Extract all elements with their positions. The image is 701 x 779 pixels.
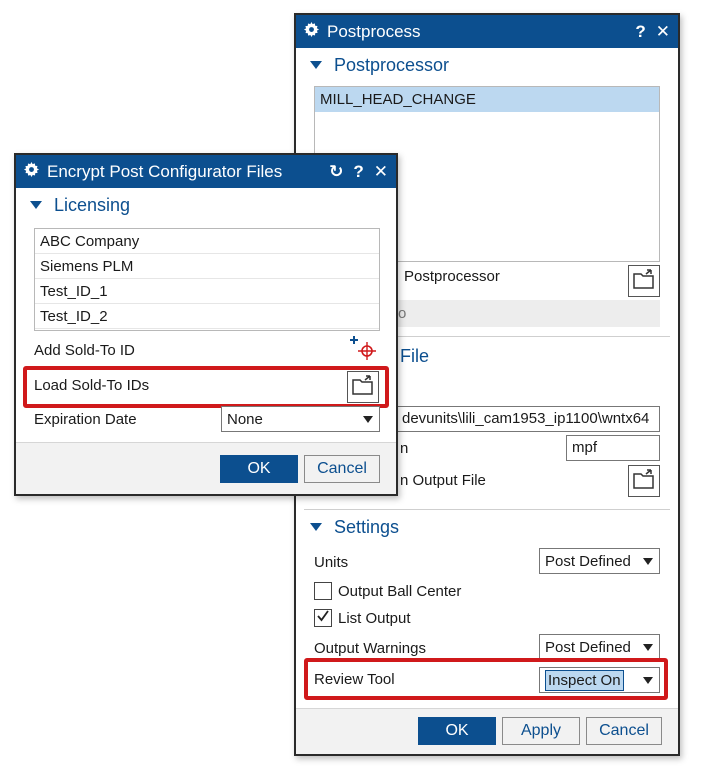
list-output-checkbox[interactable] bbox=[314, 609, 332, 627]
units-select-value: Post Defined bbox=[545, 552, 631, 570]
review-tool-label: Review Tool bbox=[314, 671, 395, 688]
postprocessor-section-header[interactable]: Postprocessor bbox=[296, 50, 678, 80]
add-sold-to-id-label: Add Sold-To ID bbox=[34, 342, 135, 359]
open-folder-icon bbox=[632, 268, 656, 295]
checkmark-icon bbox=[316, 609, 330, 628]
licensing-section-title: Licensing bbox=[54, 194, 131, 215]
list-item[interactable]: Siemens PLM bbox=[35, 254, 379, 279]
output-ball-center-label: Output Ball Center bbox=[338, 583, 462, 600]
postprocess-title: Postprocess bbox=[327, 21, 421, 41]
collapse-triangle-icon[interactable] bbox=[30, 201, 42, 209]
chevron-down-icon bbox=[643, 676, 653, 684]
section-divider bbox=[304, 509, 670, 510]
list-item[interactable]: ABC Company bbox=[35, 229, 379, 254]
browse-output-file-button[interactable] bbox=[628, 465, 660, 497]
open-folder-icon bbox=[351, 374, 375, 401]
cancel-button[interactable]: Cancel bbox=[586, 717, 662, 745]
browse-output-file-label: n Output File bbox=[400, 472, 486, 489]
expiration-date-select[interactable]: None bbox=[221, 406, 380, 432]
units-label: Units bbox=[314, 554, 349, 571]
extension-field[interactable]: mpf bbox=[566, 435, 660, 461]
list-output-label: List Output bbox=[338, 610, 411, 627]
help-button[interactable]: ? bbox=[635, 23, 645, 40]
gear-icon[interactable] bbox=[24, 161, 39, 182]
output-directory-field[interactable]: devunits\lili_cam1953_ip1100\wntx64 bbox=[396, 406, 660, 432]
review-tool-select[interactable]: Inspect On bbox=[539, 667, 660, 693]
expiration-date-value: None bbox=[227, 410, 263, 428]
close-button[interactable]: ✕ bbox=[656, 23, 670, 40]
partial-row-text: o bbox=[398, 305, 407, 322]
postprocess-footer: OK Apply Cancel bbox=[296, 708, 678, 754]
list-item[interactable]: MILL_HEAD_CHANGE bbox=[315, 87, 659, 112]
units-select[interactable]: Post Defined bbox=[539, 548, 660, 574]
postprocessor-section-title: Postprocessor bbox=[334, 54, 450, 75]
chevron-down-icon bbox=[643, 557, 653, 565]
gear-icon[interactable] bbox=[304, 21, 319, 42]
settings-section-title: Settings bbox=[334, 516, 400, 537]
sold-to-id-list[interactable]: ABC Company Siemens PLM Test_ID_1 Test_I… bbox=[34, 228, 380, 331]
extension-label: n bbox=[400, 440, 409, 457]
output-warnings-label: Output Warnings bbox=[314, 640, 426, 657]
add-crosshair-icon bbox=[350, 334, 378, 367]
collapse-triangle-icon[interactable] bbox=[310, 523, 322, 531]
encrypt-title-bar[interactable]: Encrypt Post Configurator Files ↻ ? ✕ bbox=[16, 155, 396, 188]
reset-button[interactable]: ↻ bbox=[329, 163, 343, 180]
settings-section-header[interactable]: Settings bbox=[296, 512, 399, 542]
output-ball-center-checkbox[interactable] bbox=[314, 582, 332, 600]
licensing-section-header[interactable]: Licensing bbox=[16, 190, 396, 220]
open-folder-icon bbox=[632, 468, 656, 495]
browse-postprocessor-label: Postprocessor bbox=[404, 268, 500, 285]
cancel-button[interactable]: Cancel bbox=[304, 455, 380, 483]
ok-button[interactable]: OK bbox=[418, 717, 496, 745]
help-button[interactable]: ? bbox=[353, 163, 363, 180]
load-sold-to-ids-label: Load Sold-To IDs bbox=[34, 377, 150, 394]
close-button[interactable]: ✕ bbox=[374, 163, 388, 180]
load-sold-to-ids-button[interactable] bbox=[347, 371, 379, 403]
output-warnings-select[interactable]: Post Defined bbox=[539, 634, 660, 660]
encrypt-title: Encrypt Post Configurator Files bbox=[47, 161, 283, 181]
add-sold-to-id-button[interactable] bbox=[348, 334, 380, 366]
postprocess-title-bar[interactable]: Postprocess ? ✕ bbox=[296, 15, 678, 48]
encrypt-footer: OK Cancel bbox=[16, 442, 396, 494]
encrypt-dialog: Encrypt Post Configurator Files ↻ ? ✕ Li… bbox=[14, 153, 398, 496]
list-item[interactable]: Test_ID_2 bbox=[35, 304, 379, 329]
output-file-section-title: File bbox=[400, 346, 430, 366]
chevron-down-icon bbox=[363, 415, 373, 423]
review-tool-select-value: Inspect On bbox=[545, 669, 624, 691]
apply-button[interactable]: Apply bbox=[502, 717, 580, 745]
ok-button[interactable]: OK bbox=[220, 455, 298, 483]
browse-postprocessor-button[interactable] bbox=[628, 265, 660, 297]
expiration-date-label: Expiration Date bbox=[34, 411, 137, 428]
collapse-triangle-icon[interactable] bbox=[310, 61, 322, 69]
chevron-down-icon bbox=[643, 643, 653, 651]
list-item[interactable]: Test_ID_1 bbox=[35, 279, 379, 304]
output-warnings-select-value: Post Defined bbox=[545, 638, 631, 656]
